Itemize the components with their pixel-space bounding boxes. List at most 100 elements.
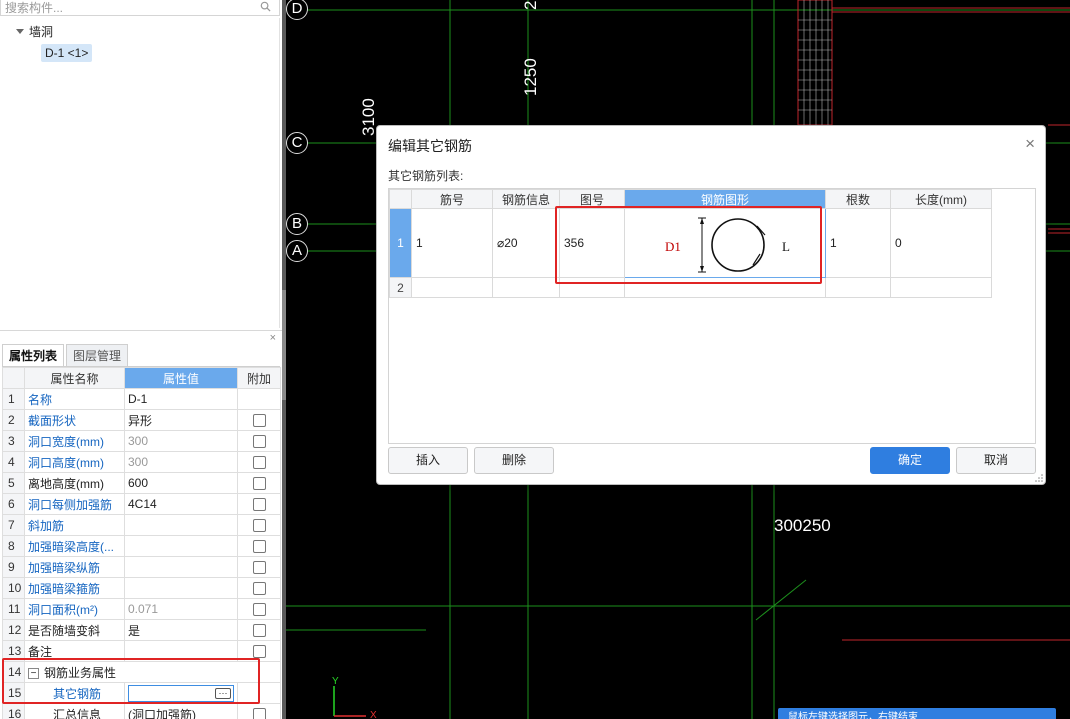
- cell-count[interactable]: [825, 277, 891, 298]
- row-number: 7: [2, 514, 25, 536]
- header-corner: [2, 367, 25, 389]
- extra-checkbox[interactable]: [252, 498, 266, 512]
- property-value[interactable]: (洞口加强筋): [124, 703, 238, 719]
- header-extra: 附加: [237, 367, 281, 389]
- header-bar-info[interactable]: 钢筋信息: [492, 189, 560, 209]
- tree-node-d1[interactable]: D-1 <1>: [41, 44, 93, 62]
- table-row[interactable]: 6 洞口每侧加强筋 4C14: [2, 493, 281, 515]
- property-name: 加强暗梁纵筋: [24, 556, 125, 578]
- row-number: 12: [2, 619, 25, 641]
- table-row[interactable]: 10 加强暗梁箍筋: [2, 577, 281, 599]
- property-value[interactable]: 600: [124, 472, 238, 494]
- extra-checkbox[interactable]: [252, 624, 266, 638]
- extra-checkbox-cell: [237, 619, 281, 641]
- property-value[interactable]: [124, 535, 238, 557]
- dialog-subtitle: 其它钢筋列表:: [388, 169, 464, 183]
- property-value[interactable]: [124, 556, 238, 578]
- cancel-button[interactable]: 取消: [956, 447, 1036, 474]
- delete-button[interactable]: 删除: [474, 447, 554, 474]
- extra-checkbox[interactable]: [252, 540, 266, 554]
- tree-node-label: 墙洞: [29, 25, 54, 39]
- property-name: 洞口宽度(mm): [24, 430, 125, 452]
- close-icon[interactable]: ×: [1025, 134, 1035, 154]
- property-panel: × 属性列表 图层管理 属性名称 属性值 附加 1 名称 D-1 2 截面形状 异形 3 洞口…: [0, 330, 282, 719]
- table-row[interactable]: 12 是否随墙变斜是: [2, 619, 281, 641]
- table-row[interactable]: 9 加强暗梁纵筋: [2, 556, 281, 578]
- extra-checkbox[interactable]: [252, 561, 266, 575]
- tab-property-list[interactable]: 属性列表: [2, 344, 65, 366]
- property-name: 截面形状: [24, 409, 125, 431]
- insert-button[interactable]: 插入: [388, 447, 468, 474]
- extra-checkbox-cell: [237, 514, 281, 536]
- axis-bubble-a: A: [286, 240, 308, 262]
- table-row[interactable]: 7 斜加筋: [2, 514, 281, 536]
- property-value[interactable]: 异形: [124, 409, 238, 431]
- cell-bar-info[interactable]: ⌀20: [492, 208, 560, 278]
- tab-layer-manager[interactable]: 图层管理: [66, 344, 129, 366]
- property-name: 洞口每侧加强筋: [24, 493, 125, 515]
- property-value[interactable]: 0.071: [124, 598, 238, 620]
- header-corner: [389, 189, 412, 209]
- cell-length[interactable]: 0: [890, 208, 992, 278]
- tree-leaf-label: D-1 <1>: [41, 44, 93, 62]
- extra-checkbox[interactable]: [252, 519, 266, 533]
- rebar-list-grid[interactable]: 筋号 钢筋信息 图号 钢筋图形 根数 长度(mm) 1 1 ⌀20 356 D1: [388, 188, 1036, 444]
- table-row[interactable]: 3 洞口宽度(mm) 300: [2, 430, 281, 452]
- row-number: 6: [2, 493, 25, 515]
- row-number: 11: [2, 598, 25, 620]
- extra-checkbox-cell: [237, 535, 281, 557]
- header-length[interactable]: 长度(mm): [890, 189, 992, 209]
- property-value[interactable]: 是: [124, 619, 238, 641]
- property-value[interactable]: 300: [124, 451, 238, 473]
- property-value[interactable]: [124, 514, 238, 536]
- cell-bar-no[interactable]: [411, 277, 493, 298]
- extra-checkbox[interactable]: [252, 603, 266, 617]
- header-property-name: 属性名称: [24, 367, 125, 389]
- cell-length[interactable]: [890, 277, 992, 298]
- panel-close-icon[interactable]: ×: [270, 332, 276, 344]
- panel-tabs: 属性列表 图层管理: [2, 344, 280, 367]
- expand-caret-icon[interactable]: [16, 29, 24, 34]
- property-value[interactable]: 4C14: [124, 493, 238, 515]
- property-value[interactable]: [124, 577, 238, 599]
- property-value[interactable]: 300: [124, 430, 238, 452]
- extra-checkbox-cell: [237, 451, 281, 473]
- search-icon[interactable]: [260, 1, 271, 12]
- header-property-value[interactable]: 属性值: [124, 367, 238, 389]
- extra-checkbox[interactable]: [252, 645, 266, 659]
- table-row-summary[interactable]: 16 汇总信息 (洞口加强筋): [2, 703, 281, 719]
- extra-checkbox[interactable]: [252, 456, 266, 470]
- header-bar-no[interactable]: 筋号: [411, 189, 493, 209]
- table-row[interactable]: 11 洞口面积(m²) 0.071: [2, 598, 281, 620]
- row-number: 3: [2, 430, 25, 452]
- cell-bar-no[interactable]: 1: [411, 208, 493, 278]
- tree-node-wall-opening[interactable]: 墙洞: [16, 23, 53, 40]
- extra-checkbox-cell: [237, 409, 281, 431]
- dialog-title: 编辑其它钢筋: [388, 138, 472, 154]
- table-row[interactable]: 1 名称 D-1: [2, 388, 281, 410]
- extra-checkbox-cell: [237, 388, 281, 410]
- cell-bar-info[interactable]: [492, 277, 560, 298]
- property-name: 洞口高度(mm): [24, 451, 125, 473]
- row-number: 16: [2, 703, 25, 719]
- property-name: 洞口面积(m²): [24, 598, 125, 620]
- table-row[interactable]: 5 离地高度(mm) 600: [2, 472, 281, 494]
- extra-checkbox[interactable]: [252, 435, 266, 449]
- property-value[interactable]: D-1: [124, 388, 238, 410]
- extra-checkbox[interactable]: [252, 582, 266, 596]
- search-input[interactable]: 搜索构件...: [0, 0, 280, 16]
- table-row[interactable]: 8 加强暗梁高度(...: [2, 535, 281, 557]
- header-count[interactable]: 根数: [825, 189, 891, 209]
- table-row[interactable]: 4 洞口高度(mm) 300: [2, 451, 281, 473]
- ucs-icon: [333, 686, 366, 717]
- annotation-highlight-frame: [2, 658, 260, 704]
- cell-count[interactable]: 1: [825, 208, 891, 278]
- extra-checkbox[interactable]: [252, 708, 266, 719]
- resize-grip-icon[interactable]: [1035, 474, 1043, 482]
- table-row[interactable]: 2 截面形状 异形: [2, 409, 281, 431]
- extra-checkbox[interactable]: [252, 414, 266, 428]
- property-name: 名称: [24, 388, 125, 410]
- property-name: 加强暗梁箍筋: [24, 577, 125, 599]
- extra-checkbox[interactable]: [252, 477, 266, 491]
- ok-button[interactable]: 确定: [870, 447, 950, 474]
